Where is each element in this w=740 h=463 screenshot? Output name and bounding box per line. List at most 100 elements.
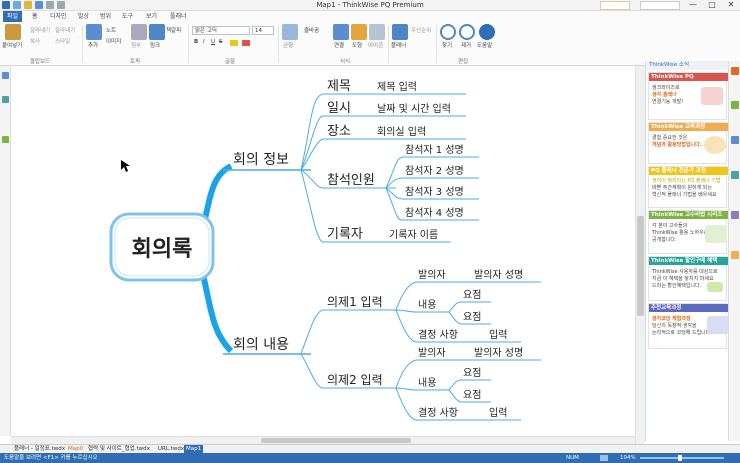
icon-gallery-icon[interactable] [369,24,385,40]
tab-file[interactable]: 파일 [3,11,23,22]
topic-place[interactable]: 장소 [327,124,351,139]
agenda2-proposer[interactable]: 발의자 [418,347,446,359]
image-library-icon[interactable] [731,101,739,109]
balance-icon[interactable] [282,24,298,40]
view-mode-icon[interactable] [600,455,608,461]
agenda1-point[interactable]: 요점 [463,311,481,323]
news-icon[interactable] [731,67,739,75]
news-card[interactable]: ThinkWise 할인구매 혜택 ThinkWise 사용자를 대상으로 지금… [648,256,728,301]
clipart-icon[interactable] [731,136,739,144]
minimize-button[interactable]: — [684,0,702,10]
icon-gallery-button[interactable]: 아이콘 [368,41,383,49]
news-card[interactable]: 추천교육과정 생각코딩 체험과정 당신의 독창적 생각을 논리적으로 코딩해 드… [648,303,729,349]
italic-button[interactable]: I [203,39,205,45]
agenda1-point[interactable]: 요점 [463,289,481,301]
tab-idea[interactable]: 발상 [74,11,93,22]
tab-tools[interactable]: 도구 [118,11,137,22]
font-name-select[interactable]: 맑은 고딕 [192,26,250,35]
boundary-icon[interactable] [351,24,367,40]
vertical-scroll-thumb[interactable] [637,216,644,316]
topic-place-value[interactable]: 회의실 입력 [377,125,426,138]
priority-button[interactable]: 우선순위 [411,26,431,34]
zoom-slider-handle[interactable] [678,455,682,461]
connect-icon[interactable] [333,24,349,40]
agenda1-proposer[interactable]: 발의자 [418,269,446,281]
font-size-select[interactable]: 14 [252,26,274,35]
font-color-icon[interactable] [242,40,250,46]
search-box[interactable] [640,1,680,10]
agenda1-decision[interactable]: 결정 사항 [418,329,458,341]
topic-title[interactable]: 제목 [327,79,351,94]
horizontal-scrollbar[interactable] [11,436,635,444]
clear-icon[interactable] [459,24,475,40]
agenda1-content[interactable]: 내용 [418,299,436,311]
attach-icon[interactable] [131,24,147,40]
properties-icon[interactable] [2,96,9,103]
agenda2-content[interactable]: 내용 [418,377,436,389]
main-topic-info[interactable]: 회의 정보 [233,152,289,168]
topic-agenda-1[interactable]: 의제1 입력 [327,295,383,309]
news-card[interactable]: ThinkWise 고수비법 시리즈 각 분야 고수들의 ThinkWise 활… [648,210,728,254]
paste-icon[interactable] [5,24,21,40]
planner-icon[interactable] [392,24,408,40]
attendee-item[interactable]: 참석자 3 성명 [405,186,464,198]
wrap-button[interactable]: 줄바꿈 [304,26,319,34]
topic-agenda-2[interactable]: 의제2 입력 [327,373,383,387]
maximize-button[interactable]: □ [703,0,721,10]
attach-button[interactable]: 첨부 [131,41,141,49]
tab-design[interactable]: 디자인 [46,11,71,22]
agenda2-decision-value[interactable]: 입력 [489,406,507,419]
link-icon[interactable] [149,24,165,40]
format-copy-button[interactable]: 스타일 [55,37,70,45]
find-button[interactable]: 찾기 [442,41,452,49]
vertical-scrollbar[interactable] [635,66,645,444]
highlight-color-icon[interactable] [230,40,238,46]
link-button[interactable]: 링크 [150,41,160,49]
cut-alt-button[interactable]: 잘라내기 [55,26,75,34]
close-button[interactable]: ✕ [722,0,740,10]
main-topic-content[interactable]: 회의 내용 [233,337,289,353]
news-card[interactable]: ThinkWise PQ 씽크와이즈로 생각 플래너 연결기능 개발! [648,72,728,120]
style-library-icon[interactable] [731,171,739,179]
topic-datetime-value[interactable]: 날짜 및 시간 입력 [377,102,451,115]
news-card[interactable]: ThinkWise 교육과정 경험 중요한 것은 개념과 활용방법입니다. [648,122,728,164]
notes-icon[interactable] [731,251,739,259]
gallery-icon[interactable] [2,136,9,143]
underline-button[interactable]: U [211,39,215,45]
help-button[interactable]: 도움말 [477,41,492,49]
add-topic-button[interactable]: 추가 [88,41,98,49]
attendee-item[interactable]: 참석자 1 성명 [405,144,464,156]
agenda1-proposer-value[interactable]: 발의자 성명 [474,269,523,281]
central-topic[interactable]: 회의록 [132,237,193,262]
boundary-button[interactable]: 도형 [352,41,362,49]
tab-planner[interactable]: 플래너 [166,11,191,22]
paste-button[interactable]: 붙여넣기 [2,41,22,49]
attendee-item[interactable]: 참석자 4 성명 [405,207,464,219]
attendee-item[interactable]: 참석자 2 성명 [405,165,464,177]
note-button[interactable]: 노트 [106,26,116,34]
news-card[interactable]: PQ 플래너 전문가 과정 생각이 정리되는 PQ 플래너 기법 바쁜 주간계획… [648,166,728,208]
topic-title-value[interactable]: 제목 입력 [377,80,417,93]
agenda2-decision[interactable]: 결정 사항 [418,407,458,419]
strike-button[interactable]: S [219,39,223,45]
tab-home[interactable]: 홈 [28,11,42,22]
agenda2-point[interactable]: 요점 [463,367,481,379]
clear-button[interactable]: 제거 [461,41,471,49]
connect-button[interactable]: 연결 [334,41,344,49]
add-topic-icon[interactable] [86,24,102,40]
tab-range[interactable]: 범위 [96,11,115,22]
topic-datetime[interactable]: 일시 [327,101,351,116]
copy-button[interactable]: 복사 [30,37,40,45]
promo-logo-icon[interactable] [600,1,630,10]
tab-view[interactable]: 보기 [142,11,161,22]
mindmap-canvas[interactable]: 회의록 회의 정보 회의 내용 제목 제목 입력 일시 날짜 및 시간 입력 장… [11,66,635,436]
agenda2-point[interactable]: 요점 [463,389,481,401]
find-icon[interactable] [440,24,456,40]
topic-attendees[interactable]: 참석인원 [327,173,375,188]
zoom-slider[interactable] [640,457,724,459]
template-icon[interactable] [731,211,739,219]
bold-button[interactable]: B [194,39,198,45]
agenda2-proposer-value[interactable]: 발의자 성명 [474,347,523,359]
image-button[interactable]: 이미지 [106,37,121,45]
outline-view-icon[interactable] [2,72,9,79]
